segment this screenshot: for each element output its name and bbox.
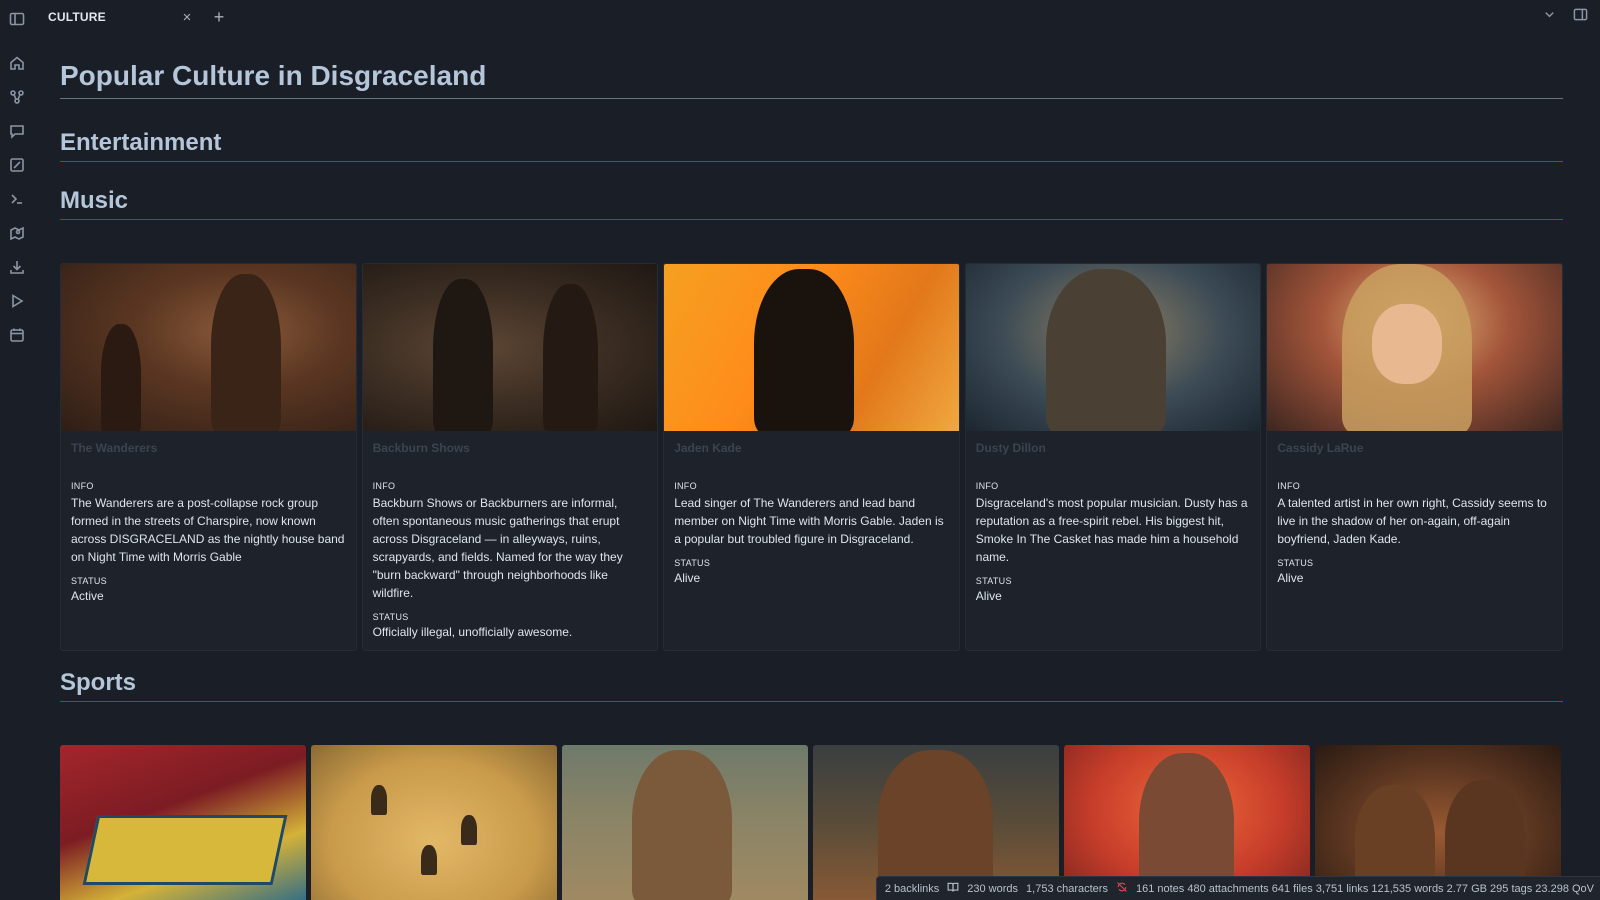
card-info: The Wanderers are a post-collapse rock g…	[71, 496, 345, 564]
card-name[interactable]: Cassidy LaRue	[1277, 441, 1552, 455]
info-label: INFO	[372, 481, 396, 491]
card-image-backburn-shows	[362, 264, 658, 431]
info-label: INFO	[975, 481, 999, 491]
card-status: Alive	[674, 571, 701, 585]
card-name[interactable]: Dusty Dillon	[976, 441, 1251, 455]
card-status: Alive	[1277, 571, 1304, 585]
sync-error-icon[interactable]	[1116, 881, 1128, 896]
sidebar-toggle-icon[interactable]	[6, 8, 28, 30]
card-name[interactable]: Backburn Shows	[373, 441, 648, 455]
card-name[interactable]: Jaden Kade	[674, 441, 949, 455]
card-status: Alive	[975, 589, 1002, 603]
vault-stats: 161 notes 480 attachments 641 files 3,75…	[1135, 882, 1594, 895]
info-label: INFO	[674, 481, 697, 491]
card-info: Backburn Shows or Backburners are inform…	[372, 496, 623, 600]
right-sidebar-toggle-icon[interactable]	[1573, 7, 1588, 27]
page-title: Popular Culture in Disgraceland	[60, 34, 1563, 99]
chat-icon[interactable]	[6, 120, 28, 142]
card-dusty-dillon[interactable]: Dusty Dillon INFO Disgraceland's most po…	[964, 263, 1262, 651]
map-icon[interactable]	[6, 222, 28, 244]
card-name[interactable]: The Wanderers	[71, 441, 346, 455]
info-label: INFO	[71, 481, 94, 491]
card-info: A talented artist in her own right, Cass…	[1277, 496, 1547, 546]
info-label: INFO	[1277, 481, 1301, 491]
heading-entertainment[interactable]: › Entertainment	[60, 129, 1563, 162]
sport-image-field-game[interactable]	[311, 745, 557, 900]
card-image-cassidy-larue	[1267, 264, 1562, 431]
terminal-icon[interactable]	[6, 188, 28, 210]
tab-bar-actions	[1542, 7, 1600, 27]
status-label: STATUS	[372, 612, 409, 622]
card-info: Disgraceland's most popular musician. Du…	[975, 496, 1248, 564]
reading-mode-icon[interactable]	[947, 881, 959, 896]
sport-image-fighter[interactable]	[562, 745, 808, 900]
card-cassidy-larue[interactable]: Cassidy LaRue INFO A talented artist in …	[1266, 263, 1563, 651]
sport-image-wrestling-ring[interactable]	[60, 745, 306, 900]
card-status: Officially illegal, unofficially awesome…	[372, 625, 573, 639]
card-info: Lead singer of The Wanderers and lead ba…	[674, 496, 944, 546]
character-count: 1,753 characters	[1026, 882, 1108, 895]
card-image-dusty-dillon	[965, 264, 1261, 431]
card-jaden-kade[interactable]: Jaden Kade INFO Lead singer of The Wande…	[663, 263, 960, 651]
graph-icon[interactable]	[6, 86, 28, 108]
status-label: STATUS	[674, 558, 711, 568]
status-bar: 2 backlinks 230 words 1,753 characters 1…	[875, 876, 1600, 900]
status-label: STATUS	[975, 576, 1012, 586]
note-content: Popular Culture in Disgraceland › Entert…	[60, 34, 1563, 900]
backlinks-count[interactable]: 2 backlinks	[885, 883, 939, 895]
close-icon[interactable]: ×	[178, 9, 196, 26]
left-ribbon	[0, 0, 34, 900]
chevron-down-icon[interactable]	[1542, 7, 1557, 27]
heading-music: Music	[60, 187, 1563, 220]
tab-title: CULTURE	[48, 10, 106, 24]
home-icon[interactable]	[6, 52, 28, 74]
music-cards: The Wanderers INFO The Wanderers are a p…	[60, 263, 1563, 651]
word-count: 230 words	[967, 882, 1019, 895]
tab-bar: CULTURE × +	[34, 0, 1600, 34]
heading-entertainment-label: Entertainment	[60, 129, 222, 156]
card-status: Active	[71, 589, 104, 603]
download-icon[interactable]	[6, 256, 28, 278]
card-the-wanderers[interactable]: The Wanderers INFO The Wanderers are a p…	[60, 263, 357, 651]
canvas-icon[interactable]	[6, 154, 28, 176]
card-backburn-shows[interactable]: Backburn Shows INFO Backburn Shows or Ba…	[361, 263, 659, 651]
heading-sports: Sports	[60, 669, 1563, 702]
calendar-icon[interactable]	[6, 324, 28, 346]
new-tab-icon[interactable]: +	[210, 7, 228, 28]
tab-culture[interactable]: CULTURE ×	[34, 0, 204, 34]
card-image-jaden-kade	[664, 264, 959, 431]
status-label: STATUS	[1277, 558, 1314, 568]
status-label: STATUS	[71, 576, 107, 586]
card-image-the-wanderers	[61, 264, 356, 431]
play-icon[interactable]	[6, 290, 28, 312]
